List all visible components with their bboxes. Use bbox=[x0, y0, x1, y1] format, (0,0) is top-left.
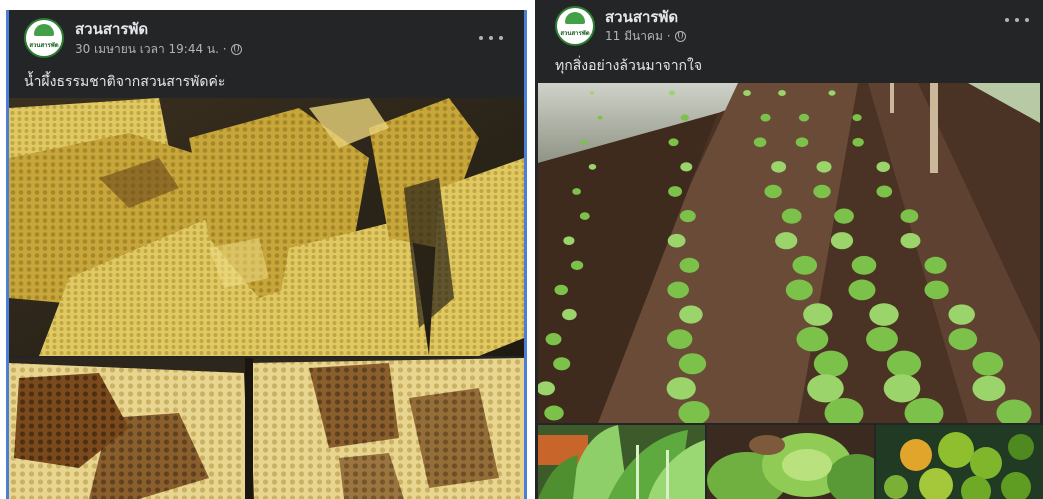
page-avatar[interactable]: สวนสารพัด bbox=[555, 6, 595, 46]
post-timestamp[interactable]: 11 มีนาคม · bbox=[605, 27, 686, 46]
post-vegetables: สวนสารพัด สวนสารพัด 11 มีนาคม · ทุกสิ่งอ… bbox=[535, 0, 1043, 499]
lettuce-photo[interactable] bbox=[707, 425, 874, 499]
vegetable-garden-photo[interactable] bbox=[538, 83, 1040, 423]
post-timestamp[interactable]: 30 เมษายน เวลา 19:44 น. · bbox=[75, 40, 242, 59]
honeycomb-closeup-photo[interactable] bbox=[9, 358, 524, 499]
page-avatar[interactable]: สวนสารพัด bbox=[24, 18, 64, 58]
globe-icon bbox=[230, 44, 242, 55]
logo-leaf-icon bbox=[34, 24, 54, 36]
post-date[interactable]: 30 เมษายน เวลา 19:44 น. · bbox=[75, 40, 227, 59]
logo-text: สวนสารพัด bbox=[29, 42, 59, 49]
honeycomb-main-photo[interactable] bbox=[9, 98, 524, 356]
post-date[interactable]: 11 มีนาคม · bbox=[605, 27, 671, 46]
logo-text: สวนสารพัด bbox=[560, 30, 590, 37]
limes-photo[interactable] bbox=[876, 425, 1043, 499]
page-name-link[interactable]: สวนสารพัด bbox=[605, 5, 678, 29]
logo-leaf-icon bbox=[565, 12, 585, 24]
post-caption: ทุกสิ่งอย่างล้วนมาจากใจ bbox=[555, 58, 703, 74]
post-header: สวนสารพัด สวนสารพัด 11 มีนาคม · bbox=[535, 0, 1043, 54]
globe-icon bbox=[674, 31, 686, 42]
post-honey: สวนสารพัด สวนสารพัด 30 เมษายน เวลา 19:44… bbox=[6, 10, 527, 499]
screenshot-stage: สวนสารพัด สวนสารพัด 30 เมษายน เวลา 19:44… bbox=[0, 0, 1043, 499]
post-caption: น้ำผึ้งธรรมชาติจากสวนสารพัดค่ะ bbox=[24, 74, 226, 90]
more-options-icon[interactable] bbox=[1005, 12, 1029, 28]
post-header: สวนสารพัด สวนสารพัด 30 เมษายน เวลา 19:44… bbox=[9, 10, 524, 64]
leafy-greens-photo[interactable] bbox=[538, 425, 705, 499]
page-name-link[interactable]: สวนสารพัด bbox=[75, 17, 148, 41]
more-options-icon[interactable] bbox=[479, 30, 503, 46]
